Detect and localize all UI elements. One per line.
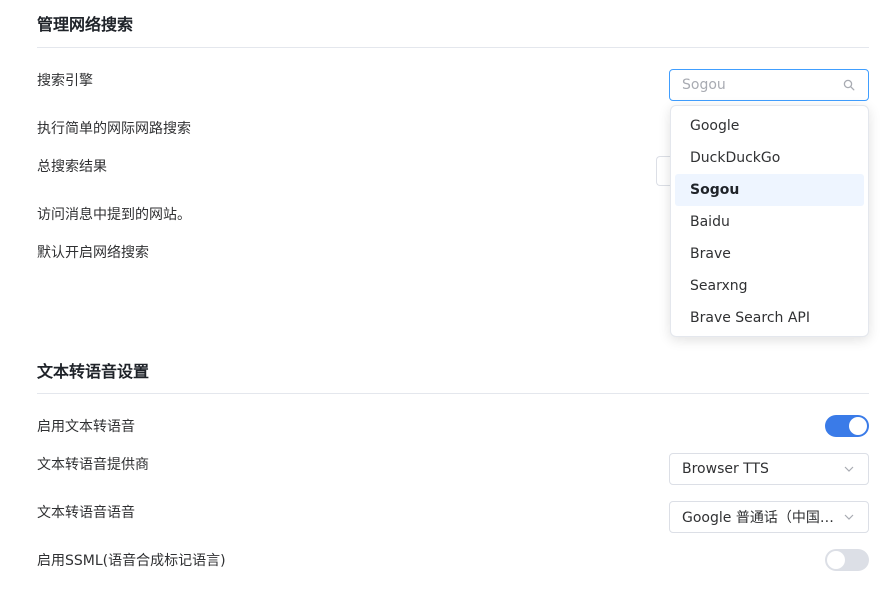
chevron-down-icon (842, 510, 856, 524)
dropdown-option-duckduckgo[interactable]: DuckDuckGo (675, 142, 864, 174)
tts-divider (37, 393, 869, 394)
search-engine-dropdown: Google DuckDuckGo Sogou Baidu Brave Sear… (670, 105, 869, 337)
toggle-knob (849, 417, 867, 435)
settings-page: 管理网络搜索 搜索引擎 Sogou 执行简单的网际网路搜索 总搜索结果 访问消息… (0, 0, 894, 589)
tts-provider-select[interactable]: Browser TTS (669, 453, 869, 485)
chevron-down-icon (842, 462, 856, 476)
dropdown-option-sogou[interactable]: Sogou (675, 174, 864, 206)
toggle-knob (827, 551, 845, 569)
tts-provider-label: 文本转语音提供商 (37, 457, 149, 473)
dropdown-option-baidu[interactable]: Baidu (675, 206, 864, 238)
search-engine-select[interactable]: Sogou (669, 69, 869, 101)
search-icon (842, 78, 856, 92)
web-search-divider (37, 47, 869, 48)
tts-section-title: 文本转语音设置 (37, 362, 150, 381)
dropdown-option-google[interactable]: Google (675, 110, 864, 142)
dropdown-option-brave[interactable]: Brave (675, 238, 864, 270)
web-search-section-title: 管理网络搜索 (37, 15, 134, 34)
simple-search-label: 执行简单的网际网路搜索 (37, 121, 191, 137)
default-web-search-label: 默认开启网络搜索 (37, 245, 149, 261)
tts-voice-label: 文本转语音语音 (37, 505, 135, 521)
enable-ssml-label: 启用SSML(语音合成标记语言) (37, 553, 226, 569)
tts-voice-value: Google 普通话（中国… (682, 510, 834, 526)
visit-sites-label: 访问消息中提到的网站。 (37, 207, 191, 223)
total-results-label: 总搜索结果 (37, 159, 107, 175)
enable-ssml-toggle[interactable] (825, 549, 869, 571)
search-engine-select-text: Sogou (682, 77, 726, 93)
dropdown-option-searxng[interactable]: Searxng (675, 270, 864, 302)
enable-tts-label: 启用文本转语音 (37, 419, 135, 435)
tts-provider-value: Browser TTS (682, 461, 769, 477)
search-engine-label: 搜索引擎 (37, 73, 93, 89)
dropdown-option-brave-search-api[interactable]: Brave Search API (675, 302, 864, 334)
tts-voice-select[interactable]: Google 普通话（中国… (669, 501, 869, 533)
enable-tts-toggle[interactable] (825, 415, 869, 437)
